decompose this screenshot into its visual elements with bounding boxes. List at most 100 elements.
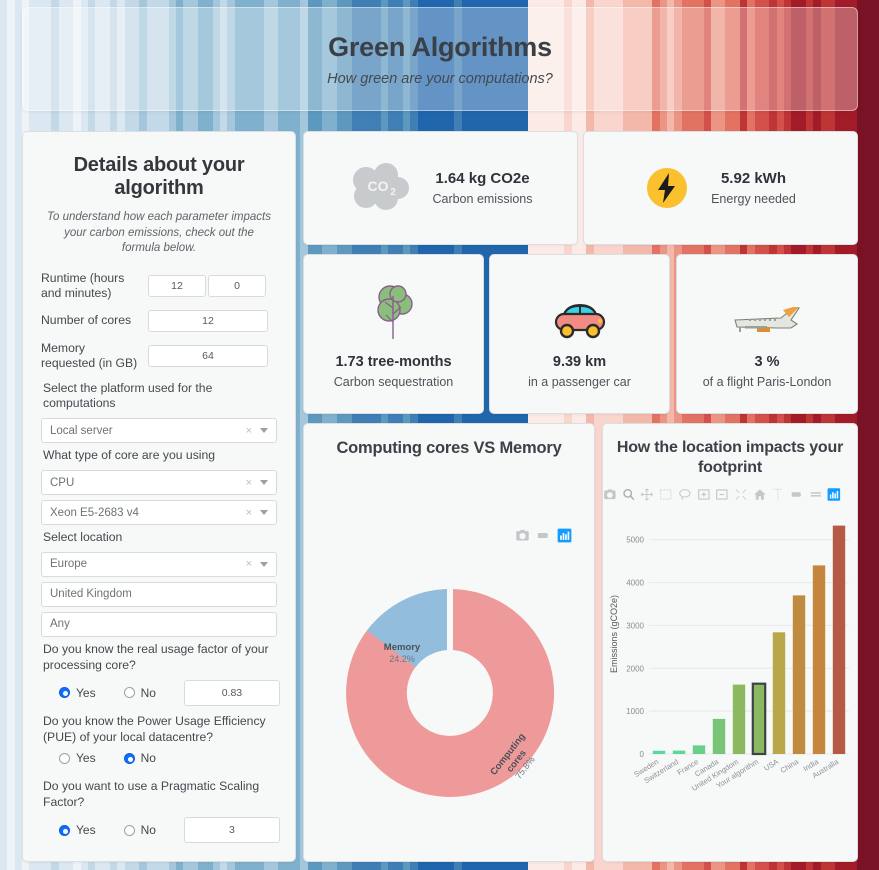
runtime-row: Runtime (hours and minutes): [41, 271, 277, 302]
core-type-select[interactable]: CPU ×: [41, 470, 277, 496]
usage-factor-label: Do you know the real usage factor of you…: [43, 641, 269, 672]
runtime-hours-input[interactable]: [148, 274, 206, 297]
donut-modebar[interactable]: [304, 522, 594, 543]
y-axis-tick-label: 0: [640, 750, 645, 759]
zoom-icon[interactable]: [622, 487, 636, 502]
location-region-select[interactable]: Any: [41, 611, 277, 637]
usage-factor-no-option[interactable]: No: [123, 686, 156, 700]
radio-icon[interactable]: [123, 824, 135, 836]
donut-plot[interactable]: Memory 24.2% Computing cores 75.8%: [304, 543, 594, 848]
psf-yes-option[interactable]: Yes: [59, 823, 96, 837]
cores-input[interactable]: [148, 310, 268, 333]
runtime-inputs: [148, 274, 266, 297]
y-axis-tick-label: 5000: [626, 536, 644, 545]
lasso-select-icon[interactable]: [678, 487, 692, 502]
bar-modebar[interactable]: [603, 477, 857, 502]
tree-icon-wrap: [369, 280, 419, 342]
radio-icon[interactable]: [123, 687, 135, 699]
bar[interactable]: [732, 684, 746, 755]
airplane-icon-wrap: [729, 280, 805, 342]
usage-factor-yes-option[interactable]: Yes: [59, 686, 96, 700]
location-continent-select[interactable]: Europe ×: [41, 551, 277, 577]
carbon-emissions-value: 1.64 kg CO2e: [435, 170, 530, 187]
bar-your-algorithm[interactable]: [751, 682, 767, 756]
y-axis-tick-label: 3000: [626, 621, 644, 630]
bar[interactable]: [832, 525, 846, 755]
memory-input[interactable]: [148, 345, 268, 368]
radio-icon-selected[interactable]: [59, 687, 70, 699]
pie-label-memory-name: Memory: [384, 642, 421, 653]
box-select-icon[interactable]: [659, 487, 673, 502]
location-country-value: United Kingdom: [50, 588, 132, 601]
psf-label: Do you want to use a Pragmatic Scaling F…: [43, 779, 260, 810]
memory-row: Memory requested (in GB): [41, 341, 277, 372]
radio-icon-selected[interactable]: [59, 824, 70, 836]
runtime-label: Runtime (hours and minutes): [41, 270, 125, 300]
cores-row: Number of cores: [41, 310, 277, 333]
location-region-value: Any: [50, 618, 70, 631]
psf-no-option[interactable]: No: [123, 823, 156, 838]
hover-closest-icon[interactable]: [809, 487, 823, 502]
bar[interactable]: [652, 750, 666, 755]
location-country-select[interactable]: United Kingdom: [41, 581, 277, 607]
spike-lines-icon[interactable]: [771, 487, 785, 502]
chevron-down-icon[interactable]: [260, 480, 268, 486]
pue-no-option[interactable]: No: [123, 751, 156, 766]
page-header: Green Algorithms How green are your comp…: [22, 7, 858, 111]
carbon-emissions-label: Carbon emissions: [432, 192, 533, 206]
chevron-down-icon[interactable]: [260, 561, 268, 567]
chevron-down-icon[interactable]: [260, 428, 268, 434]
clear-icon[interactable]: ×: [246, 558, 252, 570]
hover-compare-icon[interactable]: [790, 487, 804, 502]
pue-yes-option[interactable]: Yes: [59, 751, 96, 765]
bar-plot[interactable]: 0 1000 2000 3000 4000 5000 Emissions (gCO2e) Sw…: [603, 502, 857, 837]
hover-closest-icon[interactable]: [536, 528, 551, 543]
bar[interactable]: [712, 718, 726, 755]
psf-yes-label: Yes: [76, 823, 96, 838]
usage-factor-radio-group: Yes No: [41, 679, 280, 706]
psf-no-label: No: [140, 823, 156, 838]
car-icon-wrap: [548, 280, 612, 342]
clear-icon[interactable]: ×: [246, 425, 252, 437]
core-type-label: What type of core are you using: [43, 448, 216, 463]
platform-select[interactable]: Local server ×: [41, 418, 277, 444]
radio-icon[interactable]: [59, 752, 70, 764]
pue-no-label: No: [140, 751, 156, 766]
clear-icon[interactable]: ×: [246, 507, 252, 519]
bar[interactable]: [772, 632, 786, 755]
cores-vs-memory-title: Computing cores VS Memory: [336, 439, 562, 457]
algorithm-details-form: Details about your algorithm To understa…: [22, 131, 296, 862]
chevron-down-icon[interactable]: [260, 510, 268, 516]
location-impact-chart-card: How the location impacts your footprint …: [602, 423, 858, 862]
tree-months-value: 1.73 tree-months: [335, 353, 452, 370]
camera-icon[interactable]: [603, 487, 617, 502]
autoscale-icon[interactable]: [734, 487, 748, 502]
donut-svg: Memory 24.2% Computing cores 75.8%: [346, 589, 555, 798]
reset-axes-icon[interactable]: [753, 487, 767, 502]
plotly-logo-icon[interactable]: [827, 487, 841, 502]
bar[interactable]: [792, 595, 806, 755]
page-title: Green Algorithms: [328, 31, 552, 62]
bar[interactable]: [812, 565, 826, 755]
camera-icon[interactable]: [515, 528, 530, 543]
core-model-select[interactable]: Xeon E5-2683 v4 ×: [41, 500, 277, 526]
plotly-logo-icon[interactable]: [557, 528, 572, 543]
cores-vs-memory-chart-card: Computing cores VS Memory Memory 24.2% C…: [303, 423, 595, 862]
pan-icon[interactable]: [640, 487, 654, 502]
runtime-minutes-input[interactable]: [208, 274, 266, 297]
radio-icon-selected[interactable]: [123, 752, 135, 764]
zoom-in-icon[interactable]: [697, 487, 711, 502]
pue-label: Do you know the Power Usage Efficiency (…: [43, 713, 266, 744]
usage-factor-input[interactable]: [183, 679, 280, 706]
passenger-car-label: in a passenger car: [528, 374, 631, 389]
form-title: Details about your algorithm: [73, 154, 245, 199]
bar[interactable]: [692, 745, 706, 755]
flight-card: 3 % of a flight Paris-London: [676, 254, 858, 414]
zoom-out-icon[interactable]: [715, 487, 729, 502]
bar[interactable]: [672, 750, 686, 755]
clear-icon[interactable]: ×: [246, 477, 252, 489]
psf-input[interactable]: [183, 817, 280, 844]
carbon-emissions-card: CO 2 1.64 kg CO2e Carbon emissions: [303, 131, 578, 245]
y-axis-tick-label: 1000: [626, 707, 644, 716]
energy-needed-value: 5.92 kWh: [720, 170, 786, 187]
